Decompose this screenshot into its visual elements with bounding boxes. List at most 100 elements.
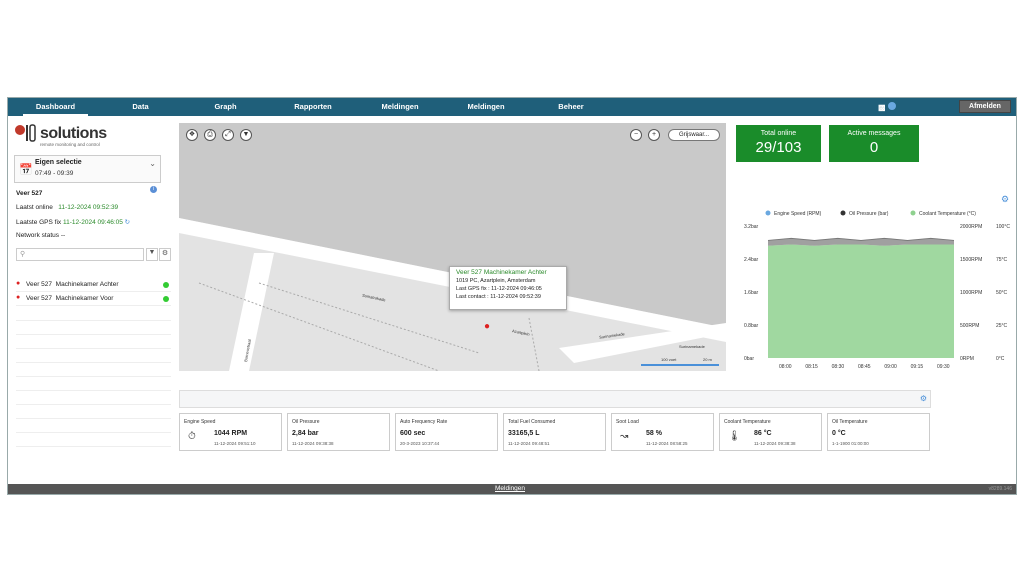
- nav-dashboard[interactable]: Dashboard: [23, 98, 88, 116]
- network-status: Network status --: [16, 232, 65, 239]
- card-date: 11-12-2024 08:58:25: [646, 441, 688, 446]
- card-engine-speed: Engine Speed ⏱ 1044 RPM 11-12-2024 09:51…: [179, 413, 282, 451]
- network-label: Network status: [16, 232, 59, 239]
- last-gps: Laatste GPS fix 11-12-2024 09:46:05 ↻: [16, 218, 130, 226]
- last-online-value: 11-12-2024 09:52:39: [58, 204, 119, 211]
- nav-data[interactable]: Data: [118, 98, 163, 116]
- map-streets: [179, 123, 726, 371]
- divider: [16, 334, 171, 335]
- y-tick-mid: 2000RPM: [960, 224, 982, 230]
- nav-icons: ▩: [878, 102, 896, 112]
- list-item-label: Veer 527 Machinekamer Achter: [26, 281, 119, 288]
- kpi-label: Total online: [760, 130, 797, 137]
- card-title: Coolant Temperature: [724, 419, 771, 425]
- divider: [16, 418, 171, 419]
- coolant-area: [768, 244, 954, 358]
- y-tick-right: 50°C: [996, 290, 1008, 296]
- card-value: 1044 RPM: [214, 430, 248, 437]
- filter-icon[interactable]: ▼: [240, 129, 252, 141]
- card-date: 1-1-1900 01:00:00: [832, 441, 869, 446]
- legend-marker: [765, 210, 771, 216]
- nav-graph[interactable]: Graph: [203, 98, 248, 116]
- y-tick-left: 1.6bar: [744, 290, 759, 296]
- gear-icon: ⚙: [161, 250, 169, 257]
- users-icon[interactable]: ▩: [878, 103, 886, 112]
- nav-meldingen-2[interactable]: Meldingen: [456, 98, 516, 116]
- search-input[interactable]: ⚲: [16, 248, 144, 261]
- map-pin-icon[interactable]: ●: [484, 321, 490, 332]
- last-gps-label: Laatste GPS fix: [16, 219, 62, 226]
- compass-icon[interactable]: ❖: [186, 129, 198, 141]
- last-online: Laatst online 11-12-2024 09:52:39: [16, 204, 118, 211]
- scale-label: 20 m: [703, 357, 712, 362]
- gear-icon[interactable]: ⚙: [920, 394, 927, 403]
- popup-gps: Last GPS fix : 11-12-2024 09:46:05: [456, 286, 542, 292]
- x-tick: 09:15: [911, 364, 924, 370]
- selection-time: 07:49 - 09:39: [35, 170, 74, 177]
- popup-contact: Last contact : 11-12-2024 09:52:39: [456, 294, 541, 300]
- x-tick: 08:15: [805, 364, 818, 370]
- fullscreen-icon[interactable]: ⤢: [222, 129, 234, 141]
- card-title: Total Fuel Consumed: [508, 419, 556, 425]
- map-popup: Veer 527 Machinekamer Achter 1019 PC, Az…: [449, 266, 567, 310]
- logo-tagline: remote monitoring and control: [40, 142, 100, 147]
- nav-beheer[interactable]: Beheer: [546, 98, 596, 116]
- card-value: 33165,5 L: [508, 430, 540, 437]
- logo-mark-icon: [15, 124, 36, 142]
- card-soot-load: Soot Load ↝ 58 % 11-12-2024 08:58:25: [611, 413, 714, 451]
- zoom-in-icon[interactable]: +: [648, 129, 660, 141]
- card-date: 11-12-2024 09:38:38: [754, 441, 796, 446]
- card-value: 86 °C: [754, 430, 772, 437]
- filter-icon: ▼: [148, 249, 156, 256]
- map-layer-select[interactable]: Grijswaar...: [668, 129, 720, 141]
- x-tick: 09:30: [937, 364, 950, 370]
- selection-dropdown[interactable]: 📅 Eigen selectie 07:49 - 09:39 ⌄: [14, 155, 161, 183]
- calendar-icon: 📅: [19, 164, 33, 176]
- legend-marker: [910, 210, 916, 216]
- x-tick: 08:45: [858, 364, 871, 370]
- print-icon[interactable]: ⎙: [204, 129, 216, 141]
- popup-title[interactable]: Veer 527 Machinekamer Achter: [456, 269, 560, 277]
- settings-button[interactable]: ⚙: [159, 248, 171, 261]
- search-icon: ⚲: [20, 251, 26, 258]
- map[interactable]: Sumatrakade Azartplein Surinamekade Suri…: [179, 123, 726, 371]
- y-tick-left: 3.2bar: [744, 224, 759, 230]
- legend-label: Coolant Temperature (°C): [919, 211, 976, 217]
- info-icon[interactable]: [887, 102, 896, 110]
- cards-toolbar: ⚙: [179, 390, 931, 408]
- y-tick-right: 100°C: [996, 224, 1010, 230]
- zoom-out-icon[interactable]: −: [630, 129, 642, 141]
- card-date: 20-3-2023 10:37:44: [400, 441, 440, 446]
- y-tick-mid: 0RPM: [960, 356, 974, 362]
- divider: [16, 404, 171, 405]
- refresh-icon[interactable]: ↻: [125, 219, 130, 226]
- card-oil-pressure: Oil Pressure 2,84 bar 11-12-2024 09:38:3…: [287, 413, 390, 451]
- vessel-name: Veer 527: [16, 190, 43, 197]
- card-value: 58 %: [646, 430, 662, 437]
- filter-button[interactable]: ▼: [146, 248, 158, 261]
- logout-button[interactable]: Afmelden: [959, 100, 1011, 113]
- legend-label: Oil Pressure (bar): [849, 211, 889, 217]
- y-tick-left: 0.8bar: [744, 323, 759, 329]
- scale-bar: [641, 364, 719, 366]
- list-item[interactable]: ● Veer 527 Machinekamer Voor: [16, 293, 171, 306]
- gauge-icon: ⏱: [188, 431, 196, 442]
- app-window: Dashboard Data Graph Rapporten Meldingen…: [7, 97, 1017, 495]
- card-value: 0 °C: [832, 430, 846, 437]
- nav-rapporten[interactable]: Rapporten: [283, 98, 343, 116]
- y-tick-right: 75°C: [996, 257, 1008, 263]
- chart: Engine Speed (RPM) Oil Pressure (bar) Cool…: [744, 210, 1010, 370]
- meldingen-link[interactable]: Meldingen: [495, 485, 525, 492]
- divider: [16, 446, 171, 447]
- version-label: v8289.146: [988, 486, 1012, 492]
- divider: [16, 320, 171, 321]
- status-bar: Meldingen v8289.146: [8, 484, 1016, 494]
- last-gps-value: 11-12-2024 09:46:05: [62, 219, 123, 226]
- info-icon[interactable]: i: [150, 186, 157, 193]
- list-item[interactable]: ● Veer 527 Machinekamer Achter: [16, 279, 171, 292]
- network-value: --: [60, 232, 66, 239]
- scale-label: 100 voet: [661, 357, 677, 362]
- legend-label: Engine Speed (RPM): [774, 211, 822, 217]
- list-item-label: Veer 527 Machinekamer Voor: [26, 295, 114, 302]
- nav-meldingen[interactable]: Meldingen: [370, 98, 430, 116]
